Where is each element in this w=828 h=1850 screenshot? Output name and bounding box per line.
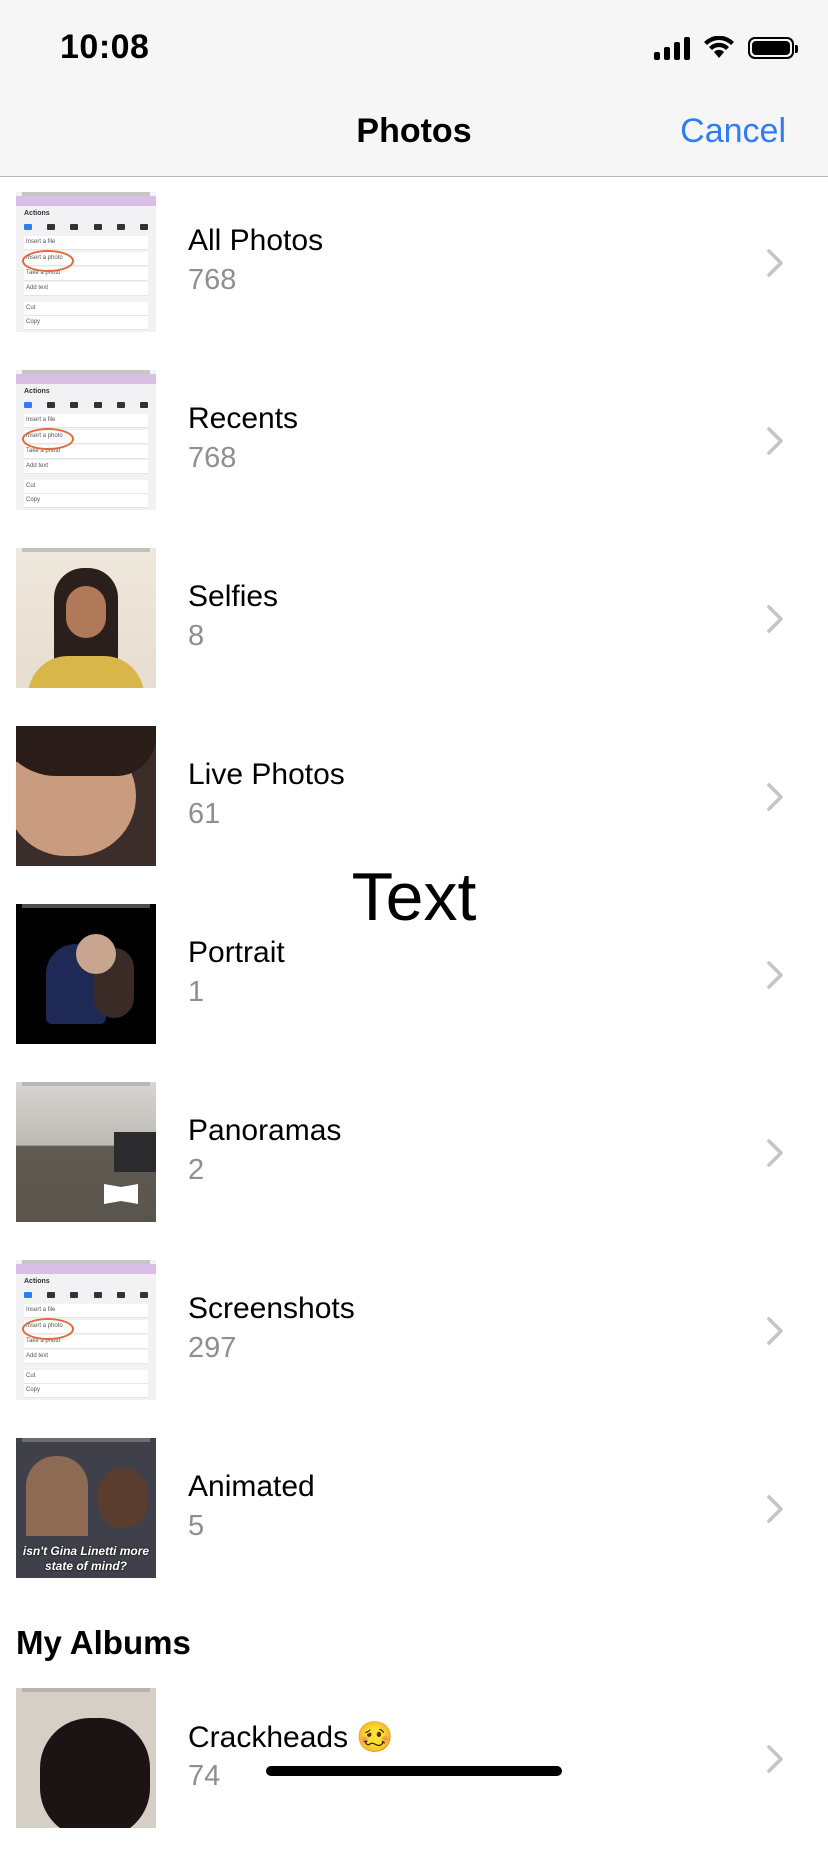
album-row-recents[interactable]: Actions Insert a file Insert a photo Tak… [0, 354, 828, 532]
chevron-right-icon [767, 783, 783, 811]
album-thumbnail: isn't Gina Linetti more state of mind? [16, 1438, 156, 1578]
album-row-selfies[interactable]: Selfies 8 [0, 532, 828, 710]
album-count: 768 [188, 264, 237, 296]
album-thumbnail [16, 726, 156, 866]
album-row-all-photos[interactable]: Actions Insert a file Insert a photo Tak… [0, 176, 828, 354]
album-name: Crackheads 🥴 [188, 1721, 394, 1754]
chevron-right-icon [767, 427, 783, 455]
album-name: Portrait [188, 936, 285, 969]
album-thumbnail: Actions Insert a file Insert a photo Tak… [16, 370, 156, 510]
album-row-screenshots[interactable]: Actions Insert a file Insert a photo Tak… [0, 1244, 828, 1422]
chevron-right-icon [767, 961, 783, 989]
album-name: Selfies [188, 580, 279, 613]
status-time: 10:08 [60, 28, 150, 66]
overlay-text: Text [351, 859, 477, 935]
album-thumbnail: Actions Insert a file Insert a photo Tak… [16, 192, 156, 332]
album-thumbnail [16, 548, 156, 688]
album-count: 5 [188, 1510, 205, 1542]
navigation-bar: Photos Cancel [0, 90, 828, 177]
chevron-right-icon [767, 1745, 783, 1773]
cancel-button[interactable]: Cancel [680, 112, 786, 151]
album-row-crackheads[interactable]: Crackheads 🥴 74 [0, 1672, 828, 1850]
chevron-right-icon [767, 1317, 783, 1345]
album-list: Actions Insert a file Insert a photo Tak… [0, 176, 828, 1850]
chevron-right-icon [767, 1139, 783, 1167]
my-albums-section-header: My Albums [0, 1600, 828, 1672]
album-count: 768 [188, 442, 237, 474]
album-name: All Photos [188, 224, 324, 257]
album-row-panoramas[interactable]: Panoramas 2 [0, 1066, 828, 1244]
status-icons [654, 36, 798, 60]
album-count: 2 [188, 1154, 205, 1186]
status-bar: 10:08 [0, 0, 828, 90]
chevron-right-icon [767, 249, 783, 277]
album-thumbnail [16, 1082, 156, 1222]
chevron-right-icon [767, 1495, 783, 1523]
album-count: 8 [188, 620, 205, 652]
section-title: My Albums [16, 1624, 191, 1661]
album-count: 74 [188, 1760, 221, 1792]
album-name: Screenshots [188, 1292, 355, 1325]
album-name: Live Photos [188, 758, 345, 791]
album-thumbnail [16, 1688, 156, 1828]
home-indicator[interactable] [266, 1766, 562, 1776]
album-count: 1 [188, 976, 205, 1008]
album-name: Recents [188, 402, 299, 435]
album-thumbnail: Actions Insert a file Insert a photo Tak… [16, 1260, 156, 1400]
album-count: 297 [188, 1332, 237, 1364]
chevron-right-icon [767, 605, 783, 633]
battery-icon [748, 37, 798, 59]
cellular-signal-icon [654, 36, 690, 60]
panorama-icon [104, 1184, 138, 1204]
album-row-animated[interactable]: isn't Gina Linetti more state of mind? A… [0, 1422, 828, 1600]
album-count: 61 [188, 798, 221, 830]
album-name: Animated [188, 1470, 315, 1503]
album-name: Panoramas [188, 1114, 342, 1147]
wifi-icon [704, 36, 734, 58]
